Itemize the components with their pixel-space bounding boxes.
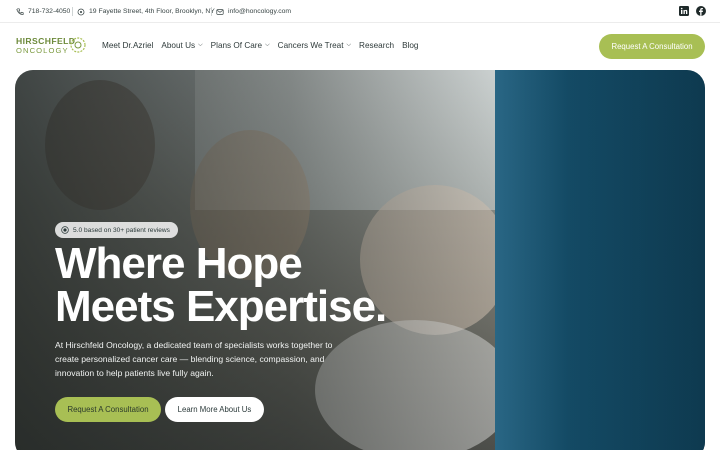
phone-link[interactable]: 718-732-4050 bbox=[16, 6, 70, 17]
nav-label: Plans Of Care bbox=[210, 41, 263, 50]
divider bbox=[72, 7, 73, 16]
nav-label: Blog bbox=[402, 41, 419, 50]
request-consultation-button[interactable]: Request A Consultation bbox=[599, 34, 705, 59]
rating-badge: 5.0 based on 30+ patient reviews bbox=[55, 222, 178, 238]
logo-leaf-icon bbox=[70, 37, 86, 53]
hero-subtext: At Hirschfeld Oncology, a dedicated team… bbox=[55, 340, 333, 378]
chevron-down-icon: ⌵ bbox=[346, 42, 352, 48]
main-nav: Meet Dr.Azriel About Us ⌵ Plans Of Care ⌵ … bbox=[102, 41, 418, 50]
address-text: 19 Fayette Street, 4th Floor, Brooklyn, … bbox=[89, 8, 215, 15]
divider bbox=[211, 7, 212, 16]
logo[interactable]: HIRSCHFELD ONCOLOGY bbox=[16, 36, 86, 58]
hero-request-consultation-button[interactable]: Request A Consultation bbox=[55, 397, 161, 422]
nav-label: Research bbox=[359, 41, 395, 50]
nav-research[interactable]: Research bbox=[359, 41, 394, 50]
logo-line-2: ONCOLOGY bbox=[16, 46, 69, 55]
email-text: info@honcology.com bbox=[228, 8, 292, 15]
nav-label: Cancers We Treat bbox=[277, 41, 344, 50]
site-header: HIRSCHFELD ONCOLOGY Meet Dr.Azriel About… bbox=[0, 24, 720, 70]
chevron-down-icon: ⌵ bbox=[198, 42, 203, 48]
headline-line-1: Where Hope bbox=[55, 239, 303, 288]
chevron-down-icon: ⌵ bbox=[265, 42, 270, 48]
nav-label: Meet Dr.Azriel bbox=[102, 41, 154, 50]
phone-number: 718-732-4050 bbox=[28, 8, 71, 15]
phone-icon bbox=[16, 7, 24, 15]
learn-more-about-us-button[interactable]: Learn More About Us bbox=[165, 397, 264, 422]
nav-blog[interactable]: Blog bbox=[402, 41, 418, 50]
email-link[interactable]: info@honcology.com bbox=[216, 6, 291, 17]
rating-text: 5.0 based on 30+ patient reviews bbox=[73, 226, 170, 234]
star-badge-icon bbox=[61, 226, 69, 234]
nav-meet-dr-azriel[interactable]: Meet Dr.Azriel bbox=[102, 41, 153, 50]
top-contact-bar: 718-732-4050 19 Fayette Street, 4th Floo… bbox=[0, 0, 720, 23]
nav-about-us[interactable]: About Us ⌵ bbox=[161, 41, 202, 50]
location-pin-icon bbox=[77, 8, 85, 15]
hero-section: 5.0 based on 30+ patient reviews Where H… bbox=[15, 70, 705, 450]
facebook-icon[interactable] bbox=[696, 6, 706, 16]
headline-line-2: Meets Expertise. bbox=[55, 282, 387, 331]
address-link[interactable]: 19 Fayette Street, 4th Floor, Brooklyn, … bbox=[77, 6, 215, 17]
linkedin-icon[interactable] bbox=[679, 6, 689, 16]
mail-icon bbox=[216, 8, 224, 15]
nav-label: About Us bbox=[161, 41, 196, 50]
nav-plans-of-care[interactable]: Plans Of Care ⌵ bbox=[211, 41, 270, 50]
nav-cancers-we-treat[interactable]: Cancers We Treat ⌵ bbox=[278, 41, 351, 50]
hero-headline: Where Hope Meets Expertise. bbox=[55, 239, 455, 331]
